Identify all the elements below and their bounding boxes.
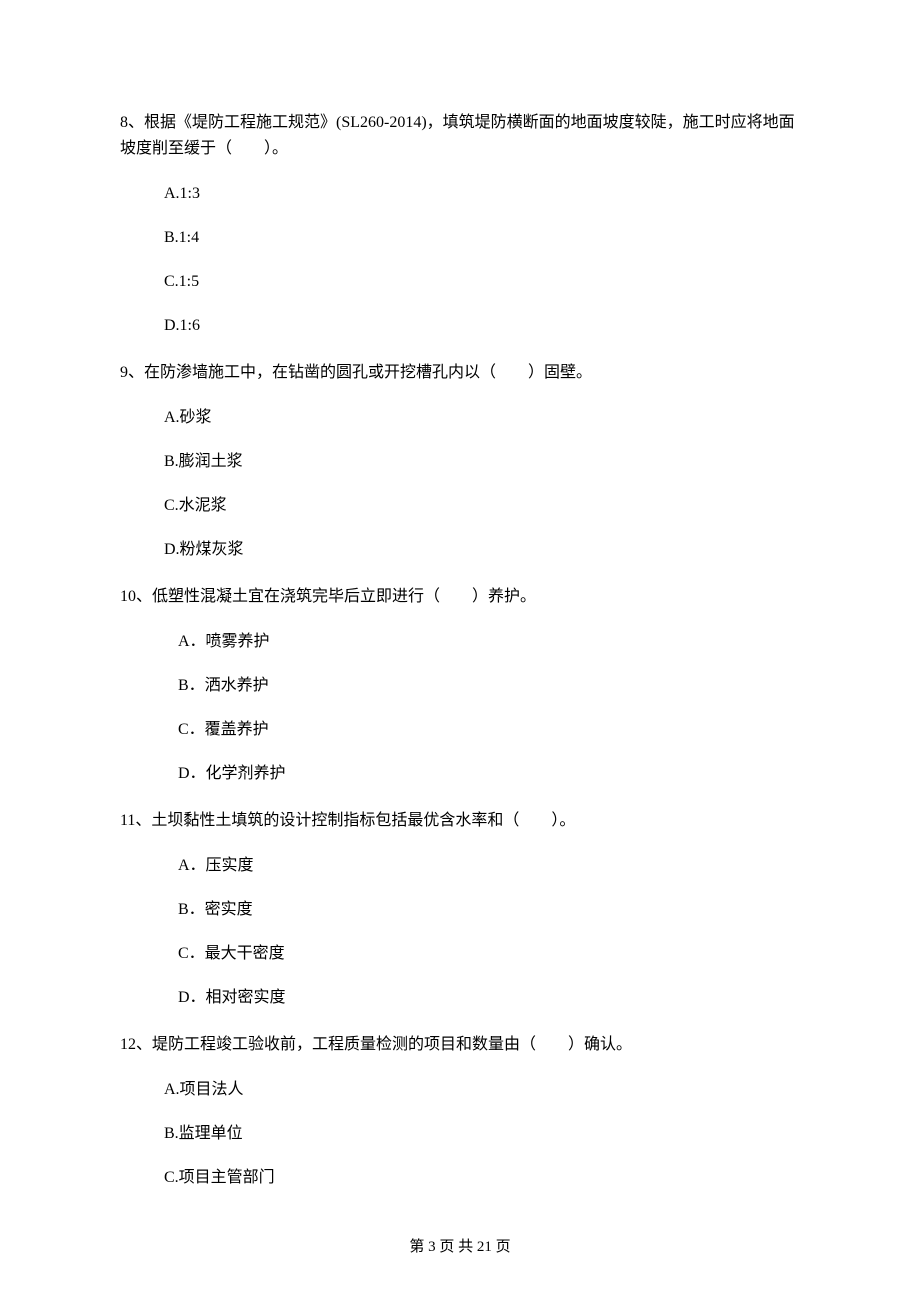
question-text: 8、根据《堤防工程施工规范》(SL260-2014)，填筑堤防横断面的地面坡度较… (120, 110, 800, 162)
question-text: 11、土坝黏性土填筑的设计控制指标包括最优含水率和（ ）。 (120, 808, 800, 834)
question-text: 10、低塑性混凝土宜在浇筑完毕后立即进行（ ）养护。 (120, 584, 800, 610)
option-d: D．相对密实度 (178, 988, 800, 1008)
option-a: A.砂浆 (164, 408, 800, 428)
question-12: 12、堤防工程竣工验收前，工程质量检测的项目和数量由（ ）确认。 A.项目法人 … (120, 1032, 800, 1188)
option-d: D.1:6 (164, 316, 800, 336)
question-text: 12、堤防工程竣工验收前，工程质量检测的项目和数量由（ ）确认。 (120, 1032, 800, 1058)
option-b: B.膨润土浆 (164, 452, 800, 472)
option-c: C.项目主管部门 (164, 1168, 800, 1188)
question-number: 12、 (120, 1036, 152, 1053)
option-b: B．洒水养护 (178, 676, 800, 696)
option-d: D.粉煤灰浆 (164, 540, 800, 560)
option-a: A.项目法人 (164, 1080, 800, 1100)
option-a: A.1:3 (164, 184, 800, 204)
question-number: 8、 (120, 114, 144, 131)
option-c: C.水泥浆 (164, 496, 800, 516)
option-c: C．覆盖养护 (178, 720, 800, 740)
question-number: 11、 (120, 812, 151, 829)
option-a: A．喷雾养护 (178, 632, 800, 652)
question-10: 10、低塑性混凝土宜在浇筑完毕后立即进行（ ）养护。 A．喷雾养护 B．洒水养护… (120, 584, 800, 784)
document-page: 8、根据《堤防工程施工规范》(SL260-2014)，填筑堤防横断面的地面坡度较… (0, 0, 920, 1302)
option-b: B.1:4 (164, 228, 800, 248)
question-body: 低塑性混凝土宜在浇筑完毕后立即进行（ ）养护。 (152, 588, 536, 605)
option-c: C.1:5 (164, 272, 800, 292)
question-number: 10、 (120, 588, 152, 605)
question-number: 9、 (120, 364, 144, 381)
option-d: D．化学剂养护 (178, 764, 800, 784)
option-c: C．最大干密度 (178, 944, 800, 964)
question-body: 堤防工程竣工验收前，工程质量检测的项目和数量由（ ）确认。 (152, 1036, 632, 1053)
option-b: B.监理单位 (164, 1124, 800, 1144)
question-body: 土坝黏性土填筑的设计控制指标包括最优含水率和（ ）。 (151, 812, 575, 829)
question-11: 11、土坝黏性土填筑的设计控制指标包括最优含水率和（ ）。 A．压实度 B．密实… (120, 808, 800, 1008)
question-body: 在防渗墙施工中，在钻凿的圆孔或开挖槽孔内以（ ）固壁。 (144, 364, 592, 381)
question-9: 9、在防渗墙施工中，在钻凿的圆孔或开挖槽孔内以（ ）固壁。 A.砂浆 B.膨润土… (120, 360, 800, 560)
question-text: 9、在防渗墙施工中，在钻凿的圆孔或开挖槽孔内以（ ）固壁。 (120, 360, 800, 386)
question-8: 8、根据《堤防工程施工规范》(SL260-2014)，填筑堤防横断面的地面坡度较… (120, 110, 800, 336)
question-body: 根据《堤防工程施工规范》(SL260-2014)，填筑堤防横断面的地面坡度较陡，… (120, 114, 795, 157)
page-footer: 第 3 页 共 21 页 (0, 1235, 920, 1256)
option-a: A．压实度 (178, 856, 800, 876)
option-b: B．密实度 (178, 900, 800, 920)
